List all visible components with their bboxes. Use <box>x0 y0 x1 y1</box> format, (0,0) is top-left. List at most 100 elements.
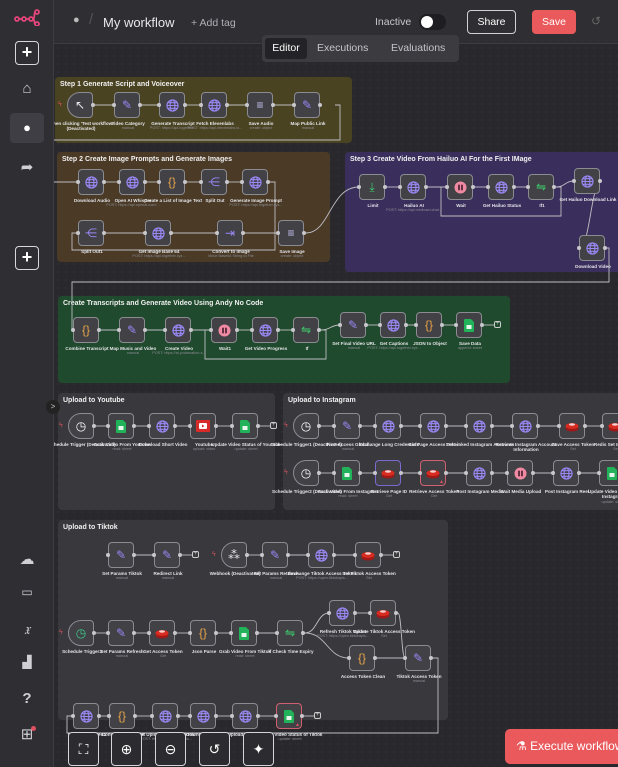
output-port[interactable] <box>271 103 275 107</box>
output-port[interactable] <box>92 424 96 428</box>
input-port[interactable] <box>188 714 192 718</box>
input-port[interactable] <box>274 714 278 718</box>
output-port[interactable] <box>102 231 106 235</box>
workflow-node[interactable]: ✎ Tiktok Access Token manual <box>396 645 442 683</box>
output-port[interactable] <box>225 180 229 184</box>
workflow-node[interactable]: Fetch Elevenlabs POST: https://api.eleven… <box>188 92 242 130</box>
workflow-node[interactable]: Post Instagram Media <box>456 460 504 494</box>
input-port[interactable] <box>454 323 458 327</box>
output-port[interactable] <box>318 103 322 107</box>
workflow-node[interactable]: Redis Set InstagramSet <box>594 413 618 451</box>
output-port[interactable] <box>300 714 304 718</box>
output-port[interactable] <box>440 323 444 327</box>
workflow-node[interactable]: ⇋ If <box>293 317 319 351</box>
output-port[interactable] <box>143 328 147 332</box>
output-port[interactable] <box>317 328 321 332</box>
input-port[interactable] <box>338 323 342 327</box>
input-port[interactable] <box>147 631 151 635</box>
input-port[interactable] <box>347 656 351 660</box>
input-port[interactable] <box>557 424 561 428</box>
output-port[interactable] <box>373 656 377 660</box>
output-port[interactable] <box>178 553 182 557</box>
workflow-node[interactable]: Wait <box>447 174 473 208</box>
output-port[interactable] <box>183 180 187 184</box>
history-icon[interactable]: ↺ <box>591 14 601 28</box>
active-toggle[interactable] <box>419 14 446 30</box>
add-project-icon[interactable]: + <box>15 246 39 270</box>
workflow-node[interactable]: Set Tiktok Access Token Set <box>342 542 396 580</box>
workflow-node[interactable]: ⇋ If Check Time Expiry <box>268 620 314 654</box>
workflow-node[interactable]: Get Hailuo Download Link <box>560 168 616 202</box>
input-port[interactable] <box>143 231 147 235</box>
add-node-button[interactable]: + <box>393 551 400 558</box>
output-port[interactable] <box>317 471 321 475</box>
workflow-node[interactable]: Get Hailuo Status <box>483 174 521 208</box>
output-port[interactable] <box>214 631 218 635</box>
workflow-node[interactable]: Grab Video From Youtube read: sheet <box>94 413 150 451</box>
input-port[interactable] <box>117 180 121 184</box>
templates-icon[interactable]: ▭ <box>0 585 54 599</box>
workflow-node[interactable]: Exchange Long Credentials <box>359 413 419 447</box>
input-port[interactable] <box>486 185 490 189</box>
workflow-node[interactable]: {} Combine Transcript <box>65 317 109 351</box>
workflow-node[interactable]: Download Video1 <box>68 703 106 737</box>
output-port[interactable] <box>424 185 428 189</box>
output-port[interactable] <box>91 103 95 107</box>
variables-icon[interactable]: 𝔵 <box>0 620 54 638</box>
workflow-node[interactable]: Save Access Token Set <box>552 413 594 451</box>
input-port[interactable] <box>572 179 576 183</box>
add-node-button[interactable]: + <box>192 551 199 558</box>
output-port[interactable] <box>173 631 177 635</box>
workflow-node[interactable]: Get Captions POST: https://api.together.x… <box>367 312 421 350</box>
output-port[interactable] <box>176 714 180 718</box>
workflow-node[interactable]: {} Access Token Clean <box>341 645 385 679</box>
workflow-node[interactable]: ⇋ If1 <box>528 174 554 208</box>
input-port[interactable] <box>577 246 581 250</box>
workflow-node[interactable]: {}Convert Buffer Size <box>102 703 144 737</box>
reset-zoom-button[interactable]: ↺ <box>199 732 230 766</box>
output-port[interactable] <box>577 471 581 475</box>
output-port[interactable] <box>358 471 362 475</box>
execute-workflow-button[interactable]: ⚗ Execute workflow <box>505 729 618 764</box>
input-port[interactable] <box>199 103 203 107</box>
home-icon[interactable]: ⌂ <box>0 80 54 97</box>
workflow-node[interactable]: Get Video Progress <box>245 317 287 351</box>
input-port[interactable] <box>106 553 110 557</box>
share-button[interactable]: Share <box>467 10 516 34</box>
output-port[interactable] <box>97 714 101 718</box>
input-port[interactable] <box>163 328 167 332</box>
input-port[interactable] <box>250 328 254 332</box>
workflow-node[interactable]: ✎ Video Category manual <box>111 92 145 130</box>
workflow-node[interactable]: Update Video Status of Instagramupdate: … <box>588 460 618 504</box>
workflow-node[interactable]: Download Short Video <box>139 413 187 447</box>
workflow-node[interactable]: Retrieve Page ID Get <box>371 460 407 498</box>
share-icon[interactable]: ➦ <box>0 158 54 176</box>
workflow-node[interactable]: Hailuo AI POST: https://api.minimaxi.chat… <box>386 174 442 212</box>
workflow-node[interactable]: ✎ Set Params Retrieve manual <box>254 542 298 580</box>
output-port[interactable] <box>132 631 136 635</box>
output-port[interactable] <box>138 103 142 107</box>
output-port[interactable] <box>332 553 336 557</box>
output-port[interactable] <box>358 424 362 428</box>
input-port[interactable] <box>505 471 509 475</box>
output-port[interactable] <box>214 424 218 428</box>
input-port[interactable] <box>215 231 219 235</box>
input-port[interactable] <box>76 231 80 235</box>
workflow-node[interactable]: ✎ First Access Global manual <box>327 413 369 451</box>
output-port[interactable] <box>404 323 408 327</box>
input-port[interactable] <box>188 631 192 635</box>
whats-new-icon[interactable]: ⊞ <box>0 725 54 743</box>
workflow-node[interactable]: Post Instagram Reel <box>545 460 589 494</box>
zoom-in-button[interactable]: ⊕ <box>111 732 142 766</box>
workflow-node[interactable]: ✎ Set Params Refresh manual <box>100 620 144 658</box>
input-port[interactable] <box>230 714 234 718</box>
workflow-node[interactable]: ✎ Set Final Video URL manual <box>332 312 376 350</box>
input-port[interactable] <box>71 328 75 332</box>
output-port[interactable] <box>603 246 607 250</box>
workflow-node[interactable]: Refresh Tiktok Token POST: https://open.t… <box>317 600 369 638</box>
workflow-node[interactable]: {} Create a List of Image Text <box>144 169 202 203</box>
output-port[interactable] <box>92 631 96 635</box>
input-port[interactable] <box>229 631 233 635</box>
workflow-node[interactable]: ⁂ ϟ Webhook (Deactivated) <box>210 542 260 576</box>
output-port[interactable] <box>183 103 187 107</box>
